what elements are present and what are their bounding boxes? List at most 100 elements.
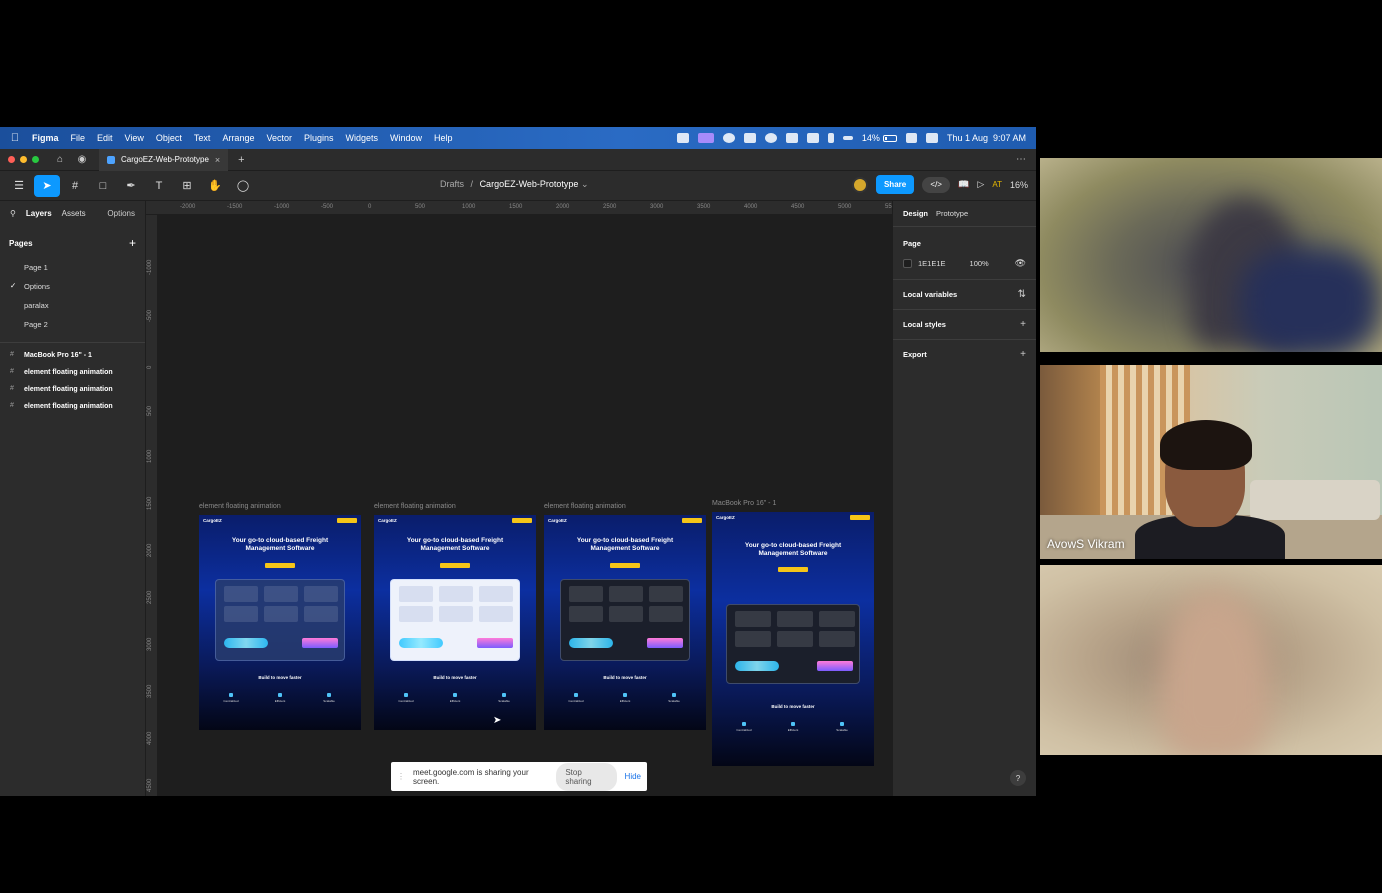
design-frame[interactable]: CargoEZ Your go-to cloud-based Freight Ma… — [199, 515, 361, 730]
design-frame[interactable]: CargoEZ Your go-to cloud-based Freight Ma… — [374, 515, 536, 730]
frame-nav-button — [850, 514, 870, 520]
menu-help[interactable]: Help — [428, 133, 459, 143]
participant-video-tile[interactable]: AvowS Vikram — [1040, 365, 1382, 559]
tab-prototype[interactable]: Prototype — [936, 209, 968, 218]
apple-icon[interactable]:  — [0, 132, 30, 144]
comment-tool-icon[interactable]: ◯ — [230, 175, 256, 197]
frame-label[interactable]: MacBook Pro 16" - 1 — [712, 500, 776, 507]
chevron-down-icon[interactable]: ⌄ — [581, 179, 589, 189]
main-menu-icon[interactable]: ☰ — [6, 175, 32, 197]
export-row[interactable]: Export + — [893, 340, 1036, 369]
participant-video-tile[interactable] — [1040, 565, 1382, 755]
menu-widgets[interactable]: Widgets — [340, 133, 385, 143]
cloud-icon[interactable] — [743, 133, 756, 143]
ruler-tick-label: -500 — [147, 309, 153, 322]
menu-file[interactable]: File — [65, 133, 92, 143]
design-canvas[interactable]: element floating animation CargoEZ Your go… — [158, 215, 892, 796]
zoom-window-button[interactable] — [32, 156, 39, 163]
menu-view[interactable]: View — [119, 133, 150, 143]
layer-item[interactable]: # MacBook Pro 16" - 1 — [0, 347, 145, 364]
ai-tools-label[interactable]: AT — [992, 180, 1002, 189]
battery-indicator[interactable]: 14% — [862, 133, 897, 143]
bg-color-hex[interactable]: 1E1E1E — [918, 259, 946, 268]
search-icon[interactable]: ⚲ — [10, 209, 16, 218]
menu-vector[interactable]: Vector — [260, 133, 298, 143]
file-name[interactable]: CargoEZ-Web-Prototype — [480, 179, 579, 189]
breadcrumb-drafts[interactable]: Drafts — [440, 179, 464, 189]
drag-handle-icon[interactable]: ⋮ — [397, 772, 405, 781]
library-icon[interactable]: 📖 — [958, 179, 969, 190]
community-icon[interactable]: ◉ — [71, 154, 93, 165]
tab-layers[interactable]: Layers — [26, 209, 52, 218]
text-tool-icon[interactable]: T — [146, 175, 172, 197]
menu-arrange[interactable]: Arrange — [216, 133, 260, 143]
color-swatch[interactable] — [903, 259, 912, 268]
options-dropdown[interactable]: Options — [107, 209, 135, 218]
page-background-row[interactable]: 1E1E1E 100% 👁 — [893, 254, 1036, 280]
close-tab-icon[interactable]: × — [215, 155, 220, 165]
page-item-current[interactable]: ✓ Options — [0, 277, 145, 296]
ruler-tick-label: 3000 — [147, 637, 153, 651]
frame-tool-icon[interactable]: # — [62, 175, 88, 197]
frame-label[interactable]: element floating animation — [544, 503, 626, 510]
menu-text[interactable]: Text — [188, 133, 217, 143]
wifi-icon[interactable] — [905, 133, 917, 143]
menu-window[interactable]: Window — [384, 133, 428, 143]
tab-design[interactable]: Design — [903, 209, 928, 218]
frame-label[interactable]: element floating animation — [199, 503, 281, 510]
minimize-window-button[interactable] — [20, 156, 27, 163]
design-frame[interactable]: CargoEZ Your go-to cloud-based Freight Ma… — [712, 512, 874, 766]
menu-plugins[interactable]: Plugins — [298, 133, 340, 143]
text-status-icon[interactable] — [806, 133, 819, 143]
page-item[interactable]: Page 2 — [0, 315, 145, 334]
zoom-level[interactable]: 16% — [1010, 180, 1028, 190]
local-styles-row[interactable]: Local styles + — [893, 310, 1036, 340]
hide-button[interactable]: Hide — [625, 772, 641, 781]
move-tool-icon[interactable]: ➤ — [34, 174, 60, 197]
design-frame[interactable]: CargoEZ Your go-to cloud-based Freight Ma… — [544, 515, 706, 730]
app-status-icon[interactable] — [785, 133, 798, 143]
new-tab-button[interactable]: + — [238, 154, 244, 166]
bluetooth-icon[interactable] — [827, 133, 834, 143]
stop-sharing-button[interactable]: Stop sharing — [556, 762, 617, 791]
close-window-button[interactable] — [8, 156, 15, 163]
screen-share-icon[interactable] — [697, 133, 714, 143]
tab-assets[interactable]: Assets — [62, 209, 86, 218]
menu-edit[interactable]: Edit — [91, 133, 119, 143]
layer-item[interactable]: # element floating animation — [0, 364, 145, 381]
present-icon[interactable]: ▷ — [977, 179, 984, 190]
add-page-icon[interactable]: + — [129, 236, 136, 250]
dots-status-icon[interactable] — [842, 136, 853, 140]
more-options-icon[interactable]: ⋯ — [1016, 154, 1026, 165]
sync-icon[interactable] — [764, 133, 777, 143]
hand-tool-icon[interactable]: ✋ — [202, 175, 228, 197]
participant-video-tile[interactable] — [1040, 158, 1382, 352]
help-button[interactable]: ? — [1010, 770, 1026, 786]
layer-item[interactable]: # element floating animation — [0, 381, 145, 398]
home-icon[interactable]: ⌂ — [49, 154, 71, 165]
add-style-icon[interactable]: + — [1020, 319, 1026, 330]
share-button[interactable]: Share — [875, 175, 915, 194]
eye-icon[interactable]: 👁 — [1015, 258, 1026, 269]
page-item[interactable]: Page 1 — [0, 258, 145, 277]
dashboard-card — [479, 606, 513, 622]
bg-opacity[interactable]: 100% — [970, 259, 989, 268]
resources-tool-icon[interactable]: ⊞ — [174, 175, 200, 197]
menubar-datetime[interactable]: Thu 1 Aug 9:07 AM — [947, 133, 1026, 143]
page-item[interactable]: paralax — [0, 296, 145, 315]
menu-object[interactable]: Object — [150, 133, 188, 143]
add-export-icon[interactable]: + — [1020, 349, 1026, 360]
user-avatar[interactable] — [851, 176, 868, 193]
local-variables-row[interactable]: Local variables ⇅ — [893, 280, 1036, 310]
file-tab[interactable]: CargoEZ-Web-Prototype × — [99, 148, 229, 171]
variables-icon[interactable]: ⇅ — [1018, 289, 1026, 300]
control-center-icon[interactable] — [925, 133, 938, 143]
menu-app-name[interactable]: Figma — [30, 133, 65, 143]
notes-icon[interactable] — [676, 133, 689, 143]
shape-tool-icon[interactable]: □ — [90, 175, 116, 197]
frame-label[interactable]: element floating animation — [374, 503, 456, 510]
dev-mode-toggle[interactable]: </> — [922, 176, 951, 193]
layer-item[interactable]: # element floating animation — [0, 398, 145, 415]
gear-status-icon[interactable] — [722, 133, 735, 143]
pen-tool-icon[interactable]: ✒ — [118, 175, 144, 197]
